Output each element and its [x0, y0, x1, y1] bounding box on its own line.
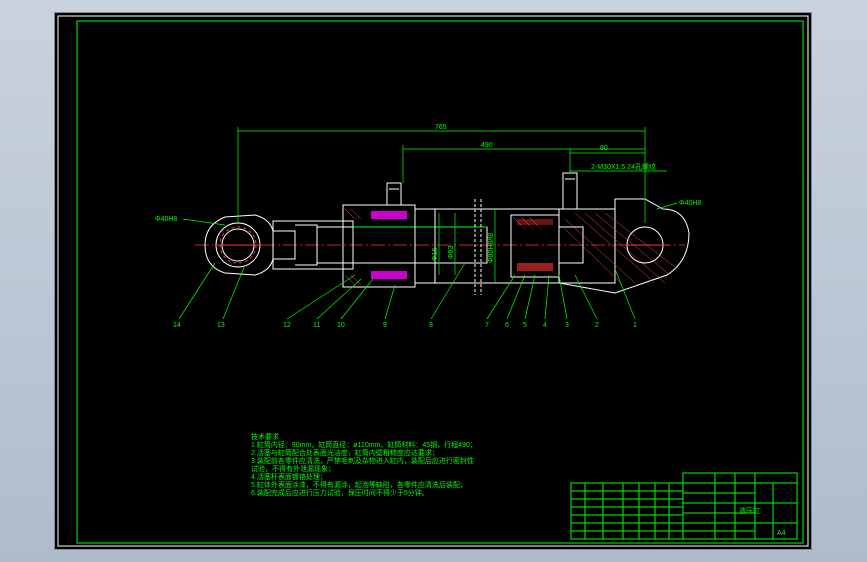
- balloon-4: 4: [543, 322, 547, 329]
- notes-line-7: 6.装配完成后应进行压力试验，保压时间不得少于5分钟。: [251, 488, 429, 497]
- balloon-11: 11: [313, 322, 320, 329]
- dim-piston-fit: Φ80H8/f8: [488, 233, 495, 263]
- balloon-12: 12: [283, 322, 291, 329]
- sheet-outer-border: [57, 15, 809, 547]
- title-sheet-size: A4: [777, 530, 786, 537]
- balloon-2: 2: [595, 322, 599, 329]
- balloon-5: 5: [523, 322, 527, 329]
- balloon-10: 10: [337, 322, 345, 329]
- parts-list: [570, 482, 684, 540]
- cad-drawing[interactable]: 765 490 80 2-M30X1.5 24孔螺纹 Φ40H8 Φ40H8 Φ…: [55, 13, 811, 549]
- callout-right-hole: Φ40H8: [679, 200, 701, 207]
- cylinder-assembly[interactable]: [195, 172, 690, 295]
- dim-rod-diameter: Φ16: [432, 248, 439, 261]
- cylinder-barrel: [414, 199, 616, 295]
- callout-port-thread: 2-M30X1.5 24孔螺纹: [591, 162, 656, 171]
- dim-offset: 80: [600, 145, 608, 152]
- dim-overall-length: 765: [435, 124, 447, 131]
- balloon-6: 6: [505, 322, 509, 329]
- gland-head: [342, 182, 416, 288]
- notes-line-2: 2.活塞与缸筒配合处表面光洁度，缸筒内壁粗糙度应达要求；: [251, 448, 439, 457]
- balloon-9: 9: [383, 322, 387, 329]
- title-block: 液压缸 A4: [682, 472, 798, 540]
- piston: [510, 214, 560, 278]
- notes-line-5: 4.活塞杆表面镀铬处理；: [251, 472, 327, 481]
- balloon-3: 3: [565, 322, 569, 329]
- balloon-8: 8: [429, 322, 433, 329]
- balloon-14: 14: [173, 322, 181, 329]
- cad-viewport[interactable]: 765 490 80 2-M30X1.5 24孔螺纹 Φ40H8 Φ40H8 Φ…: [55, 13, 811, 549]
- dimensions: 765 490 80 2-M30X1.5 24孔螺纹 Φ40H8 Φ40H8 Φ…: [155, 124, 701, 283]
- title-drawing-name: 液压缸: [739, 506, 760, 515]
- notes-line-3: 3.装配前各零件应清洗，严禁毛刺及杂物进入缸内，装配后应进行密封性: [251, 456, 474, 465]
- balloon-1: 1: [633, 322, 637, 329]
- callout-left-hole: Φ40H8: [155, 216, 177, 223]
- notes-line-4: 试验，不得有外泄漏现象；: [251, 464, 335, 473]
- notes-line-6: 5.缸体外表面涂漆，不得有漏涂，起泡等缺陷，各零件应清洗后装配；: [251, 480, 467, 489]
- balloon-13: 13: [217, 322, 225, 329]
- balloon-labels: 14 13 12 11 10 9 8 7 6 5 4 3 2 1: [173, 322, 637, 329]
- rear-cap: [558, 172, 690, 294]
- dim-stroke-length: 490: [481, 142, 493, 149]
- technical-notes: 技术要求 1.缸筒内径：90mm，缸筒直径：ø110mm，缸筒材料：45钢，行程…: [251, 432, 477, 497]
- notes-line-1: 1.缸筒内径：90mm，缸筒直径：ø110mm，缸筒材料：45钢，行程490；: [251, 440, 477, 449]
- dim-bore-diameter: Φ63: [448, 246, 455, 259]
- balloon-7: 7: [485, 322, 489, 329]
- notes-title: 技术要求: [251, 432, 279, 441]
